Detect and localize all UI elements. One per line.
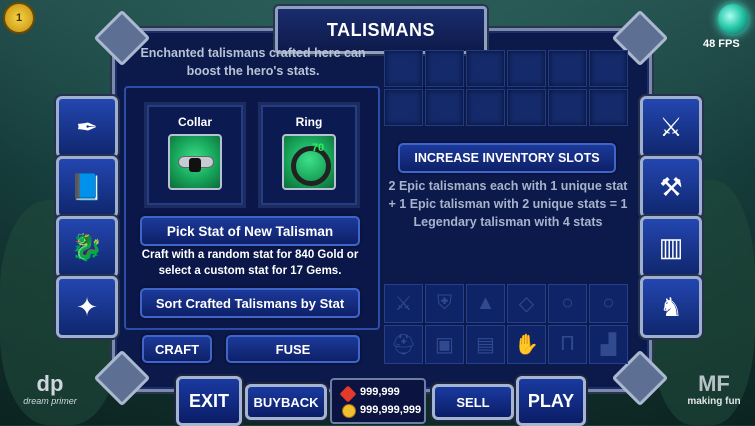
fuse-button[interactable]: FUSE — [226, 335, 360, 363]
feather-quill-icon[interactable]: ✒ — [56, 96, 118, 158]
ring-icon: 70 — [282, 134, 336, 190]
horned-helmet-icon[interactable]: ♞ — [640, 276, 702, 338]
inventory-cell[interactable] — [507, 89, 546, 126]
ring-slot-icon[interactable]: ○ — [548, 284, 587, 323]
shield-icon[interactable]: ⛨ — [425, 284, 464, 323]
sell-button[interactable]: SELL — [432, 384, 514, 420]
mana-orb-icon — [718, 4, 748, 34]
gem-icon — [339, 385, 357, 403]
making-fun-mark: MF — [698, 371, 730, 396]
inventory-cell[interactable] — [425, 89, 464, 126]
ring-slot-icon[interactable]: ○ — [589, 284, 628, 323]
ring-slot-label: Ring — [295, 115, 323, 129]
buyback-button[interactable]: BUYBACK — [245, 384, 327, 420]
talisman-inventory-grid — [384, 50, 628, 126]
swords-icon[interactable]: ⚔ — [384, 284, 423, 323]
ring-slot[interactable]: Ring 70 — [258, 102, 360, 208]
spellbook-icon[interactable]: 📘 — [56, 156, 118, 218]
sort-by-stat-button[interactable]: Sort Crafted Talismans by Stat — [140, 288, 360, 318]
level-medal-value: 1 — [15, 12, 23, 24]
craft-cost-info: Craft with a random stat for 840 Gold or… — [141, 249, 359, 277]
dream-primer-logo: dp dream primer — [20, 371, 80, 407]
panel-description: Enchanted talismans crafted here can boo… — [140, 46, 366, 78]
inventory-cell[interactable] — [548, 50, 587, 87]
inventory-cell[interactable] — [384, 50, 423, 87]
increase-inventory-slots-button[interactable]: INCREASE INVENTORY SLOTS — [398, 143, 616, 173]
collar-gem — [189, 158, 201, 172]
gem-count: 999,999 — [360, 386, 400, 398]
boots-icon[interactable]: ▟ — [589, 325, 628, 364]
level-medal[interactable]: 1 — [3, 2, 35, 34]
inventory-cell[interactable] — [466, 89, 505, 126]
treasure-chest-icon[interactable]: ▥ — [640, 216, 702, 278]
armor-icon[interactable]: ▣ — [425, 325, 464, 364]
inventory-cell[interactable] — [466, 50, 505, 87]
anvil-icon[interactable]: ⚒ — [640, 156, 702, 218]
stars-splash-icon[interactable]: ✦ — [56, 276, 118, 338]
dream-primer-mark-icon: dp — [36, 371, 64, 396]
fuse-rule-text: 2 Epic talismans each with 1 unique stat… — [388, 179, 628, 229]
exit-button[interactable]: EXIT — [176, 376, 242, 426]
inventory-cell[interactable] — [425, 50, 464, 87]
cloak-icon[interactable]: ▲ — [466, 284, 505, 323]
inventory-cell[interactable] — [548, 89, 587, 126]
fps-counter: 48 FPS — [703, 38, 740, 50]
making-fun-text: making fun — [687, 396, 741, 407]
inventory-cell[interactable] — [589, 50, 628, 87]
play-button[interactable]: PLAY — [516, 376, 586, 426]
amulet-icon[interactable]: ◇ — [507, 284, 546, 323]
pants-icon[interactable]: Π — [548, 325, 587, 364]
inventory-cell[interactable] — [384, 89, 423, 126]
pick-stat-button[interactable]: Pick Stat of New Talisman — [140, 216, 360, 246]
ring-level: 70 — [311, 142, 325, 154]
inventory-cell[interactable] — [507, 50, 546, 87]
gold-coin-icon — [342, 404, 356, 418]
craft-button[interactable]: CRAFT — [142, 335, 212, 363]
inventory-cell[interactable] — [589, 89, 628, 126]
currency-display: 999,999 999,999,999 — [330, 378, 426, 424]
dragon-icon[interactable]: 🐉 — [56, 216, 118, 278]
collar-slot-label: Collar — [177, 115, 212, 129]
collar-icon — [168, 134, 222, 190]
helmet-icon[interactable]: ⛑ — [384, 325, 423, 364]
dream-primer-text: dream primer — [23, 396, 77, 406]
shirt-icon[interactable]: ▤ — [466, 325, 505, 364]
collar-slot[interactable]: Collar — [144, 102, 246, 208]
glove-icon[interactable]: ✋ — [507, 325, 546, 364]
equipment-filter-grid: ⚔ ⛨ ▲ ◇ ○ ○ ⛑ ▣ ▤ ✋ Π ▟ — [384, 284, 628, 364]
crossed-blades-icon[interactable]: ⚔ — [640, 96, 702, 158]
gold-count: 999,999,999 — [360, 404, 422, 416]
making-fun-logo: MF making fun — [680, 371, 748, 408]
